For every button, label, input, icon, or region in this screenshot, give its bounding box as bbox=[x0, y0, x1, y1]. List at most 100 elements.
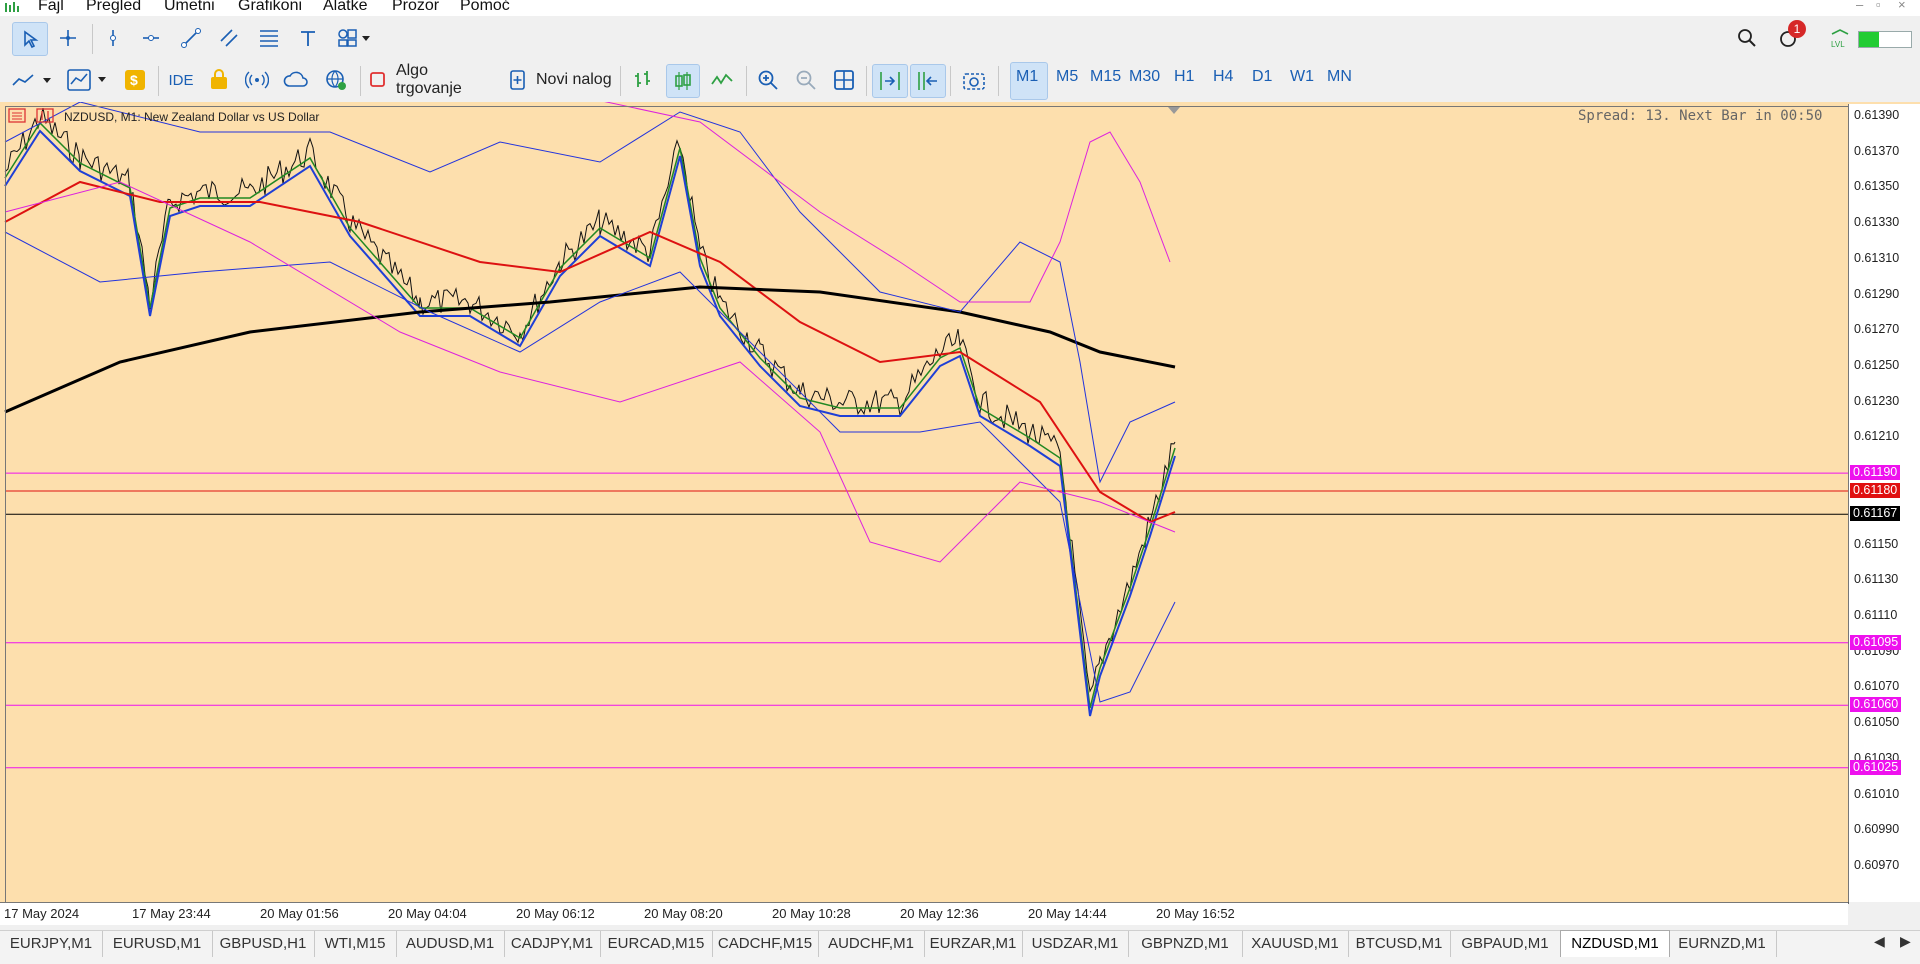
timeframe-m5[interactable]: M5 bbox=[1056, 68, 1078, 86]
tabs-scroll-left-icon[interactable]: ◀ bbox=[1874, 933, 1885, 950]
zoom-out-button[interactable] bbox=[790, 64, 822, 96]
menu-window[interactable]: Prozor bbox=[392, 0, 439, 14]
chart-tab[interactable]: CADCHF,M15 bbox=[712, 931, 819, 957]
market-button[interactable]: $ bbox=[120, 64, 150, 96]
timeframe-h1[interactable]: H1 bbox=[1174, 68, 1194, 86]
chart-tab[interactable]: USDZAR,M1 bbox=[1022, 931, 1129, 957]
connection-strength-bar bbox=[1858, 31, 1912, 48]
timeframe-h4[interactable]: H4 bbox=[1213, 68, 1233, 86]
zoom-in-button[interactable] bbox=[752, 64, 784, 96]
vps-button[interactable] bbox=[204, 64, 234, 96]
time-tick-label: 20 May 12:36 bbox=[900, 906, 979, 921]
price-tick-label: 0.61150 bbox=[1854, 536, 1899, 551]
timeframe-w1[interactable]: W1 bbox=[1290, 68, 1314, 86]
price-tick-label: 0.61250 bbox=[1854, 358, 1900, 372]
trendline-tool[interactable] bbox=[176, 22, 206, 54]
chart-tab[interactable]: EURNZD,M1 bbox=[1668, 931, 1777, 957]
screenshot-button[interactable] bbox=[958, 64, 990, 96]
autoscroll-button[interactable] bbox=[872, 64, 908, 98]
chart-tab[interactable]: EURZAR,M1 bbox=[924, 931, 1023, 957]
price-tick-label: 0.61110 bbox=[1854, 608, 1898, 622]
chart-tab[interactable]: CADJPY,M1 bbox=[504, 931, 601, 957]
minimize-icon[interactable]: – bbox=[1856, 0, 1863, 12]
timeframe-d1[interactable]: D1 bbox=[1252, 68, 1272, 86]
search-button[interactable] bbox=[1730, 22, 1764, 54]
horizontal-line-tool[interactable] bbox=[136, 22, 166, 54]
channel-icon bbox=[220, 29, 238, 47]
chart-shift-button[interactable] bbox=[910, 64, 946, 98]
chart-tab[interactable]: GBPUSD,H1 bbox=[212, 931, 315, 957]
new-order-button[interactable]: Novi nalog bbox=[508, 64, 612, 96]
line-chart-icon bbox=[12, 74, 51, 86]
chart-type-button[interactable] bbox=[8, 64, 58, 96]
tile-windows-button[interactable] bbox=[828, 64, 860, 96]
price-tick-label: 0.61070 bbox=[1854, 679, 1900, 694]
fibonacci-tool[interactable] bbox=[254, 22, 284, 54]
chart-tab[interactable]: EURCAD,M15 bbox=[600, 931, 713, 957]
algo-trading-button[interactable]: Algo trgovanje bbox=[368, 62, 498, 97]
cursor-icon bbox=[24, 30, 39, 49]
chart-tab[interactable]: GBPNZD,M1 bbox=[1128, 931, 1243, 957]
restore-icon[interactable]: ▫ bbox=[1876, 0, 1881, 12]
indicators-icon bbox=[67, 69, 106, 91]
candlestick-button[interactable] bbox=[666, 64, 700, 98]
grid-icon bbox=[834, 70, 854, 90]
channel-tool[interactable] bbox=[214, 22, 244, 54]
time-tick-label: 20 May 08:20 bbox=[644, 906, 723, 921]
algo-stop-icon bbox=[370, 72, 385, 87]
time-tick-label: 20 May 10:28 bbox=[772, 906, 851, 921]
chart-shift-marker-icon[interactable] bbox=[1168, 102, 1180, 114]
close-icon[interactable]: × bbox=[1898, 0, 1906, 12]
signals-button[interactable] bbox=[242, 64, 272, 96]
timeframe-m1[interactable]: M1 bbox=[1016, 68, 1038, 86]
chart-menu-icon[interactable] bbox=[8, 108, 26, 123]
signal-icon: LVL bbox=[1831, 29, 1849, 49]
chart-tab[interactable]: AUDCHF,M1 bbox=[818, 931, 925, 957]
chart-tab[interactable]: WTI,M15 bbox=[314, 931, 397, 957]
time-tick-label: 20 May 16:52 bbox=[1156, 906, 1235, 921]
chart-tab[interactable]: XAUUSD,M1 bbox=[1242, 931, 1349, 957]
menu-file[interactable]: Fajl bbox=[38, 0, 64, 14]
menu-help[interactable]: Pomoć bbox=[460, 0, 510, 14]
price-level-label[interactable]: 0.61060 bbox=[1850, 697, 1902, 713]
crosshair-tool[interactable] bbox=[52, 22, 84, 54]
text-tool[interactable] bbox=[294, 22, 322, 54]
ide-button[interactable]: IDE bbox=[164, 64, 198, 96]
community-button[interactable] bbox=[320, 64, 352, 96]
chart-tab[interactable]: AUDUSD,M1 bbox=[396, 931, 505, 957]
price-level-label[interactable]: 0.61025 bbox=[1850, 759, 1902, 775]
price-level-label[interactable]: 0.61190 bbox=[1850, 465, 1901, 481]
notifications-button[interactable]: 1 bbox=[1772, 20, 1808, 54]
svg-text:LVL: LVL bbox=[1831, 40, 1845, 49]
shapes-icon bbox=[338, 29, 370, 47]
timeframe-mn[interactable]: MN bbox=[1327, 68, 1352, 86]
chart-tab[interactable]: EURJPY,M1 bbox=[0, 931, 103, 957]
chart-tab[interactable]: NZDUSD,M1 bbox=[1560, 930, 1670, 957]
time-tick-label: 17 May 2024 bbox=[4, 906, 80, 921]
price-level-label[interactable]: 0.61095 bbox=[1850, 634, 1902, 650]
cursor-tool[interactable] bbox=[12, 22, 48, 56]
tabs-scroll-right-icon[interactable]: ▶ bbox=[1900, 933, 1911, 950]
menu-view[interactable]: Pregled bbox=[86, 0, 141, 14]
price-level-label[interactable]: 0.61167 bbox=[1850, 506, 1901, 522]
timeframe-m15[interactable]: M15 bbox=[1090, 68, 1121, 86]
crosshair-icon bbox=[60, 30, 76, 46]
menu-tools[interactable]: Alatke bbox=[323, 0, 367, 14]
bar-chart-button[interactable] bbox=[628, 64, 658, 96]
one-click-trading-icon[interactable] bbox=[36, 108, 54, 123]
cloud-button[interactable] bbox=[280, 64, 312, 96]
time-tick-label: 17 May 23:44 bbox=[132, 906, 211, 921]
menu-charts[interactable]: Grafikoni bbox=[238, 0, 302, 14]
line-button[interactable] bbox=[706, 64, 738, 96]
vertical-line-tool[interactable] bbox=[98, 22, 128, 54]
menu-insert[interactable]: Umetni bbox=[164, 0, 215, 14]
chart-tab[interactable]: EURUSD,M1 bbox=[102, 931, 213, 957]
indicators-button[interactable] bbox=[64, 64, 112, 96]
shapes-tool[interactable] bbox=[334, 22, 376, 54]
price-tick-label: 0.60970 bbox=[1854, 858, 1900, 872]
timeframe-m30[interactable]: M30 bbox=[1129, 68, 1160, 86]
chart-tab[interactable]: BTCUSD,M1 bbox=[1348, 931, 1451, 957]
price-level-label[interactable]: 0.61180 bbox=[1850, 483, 1901, 498]
chart-tab[interactable]: GBPAUD,M1 bbox=[1450, 931, 1561, 957]
new-order-icon bbox=[510, 70, 525, 90]
